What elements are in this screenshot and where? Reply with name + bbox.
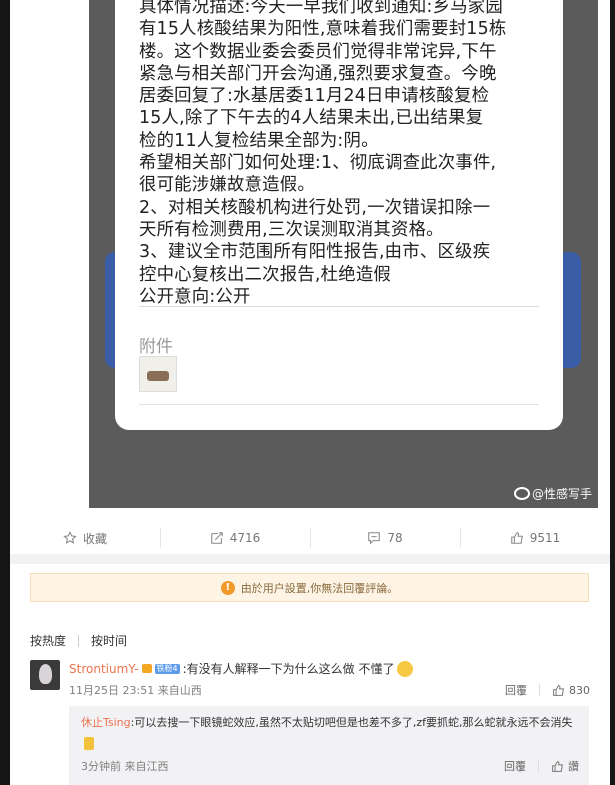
reply-meta: 3分钟前 来自江西 — [81, 758, 169, 774]
watermark-text: @性感写手 — [531, 487, 592, 501]
reply-reply-button[interactable]: 回覆 — [504, 758, 526, 774]
comment-meta: 11月25日 23:51 来自山西 — [69, 682, 202, 698]
reply-location: 来自江西 — [124, 760, 169, 773]
smile-emoji-icon — [397, 660, 414, 677]
divider — [539, 684, 540, 696]
thumbs-up-icon[interactable] — [551, 760, 564, 773]
thumbs-up-icon — [510, 532, 523, 544]
comment-time: 11月25日 23:51 — [69, 684, 155, 697]
repost-count: 4716 — [229, 531, 261, 545]
weibo-post: 具体情况描述:今天一早我们收到通知:乡马家园 有15人核酸结果为阳性,意味着我们… — [10, 0, 610, 785]
reply-time: 3分钟前 — [81, 760, 121, 773]
comment-username[interactable]: StrontiumY- — [69, 662, 139, 676]
fan-badge: 铁粉4 — [154, 663, 180, 674]
reply-text: :可以去搜一下眼镜蛇效应,虽然不太贴切吧但是也差不多了,zf要抓蛇,那么蛇就永远… — [130, 716, 573, 729]
comment-content: StrontiumY- 铁粉4 :有没有人解释一下为什么这么做 不懂了 — [69, 660, 414, 677]
like-button[interactable]: 9511 — [460, 522, 610, 554]
reply-like-label: 讚 — [568, 760, 579, 773]
comment-location: 来自山西 — [157, 684, 202, 697]
sort-by-time-tab[interactable]: 按时间 — [91, 632, 127, 649]
repost-button[interactable]: 4716 — [160, 522, 310, 554]
comment-operations: 回覆 830 — [505, 682, 590, 698]
watermark: @性感写手 — [513, 485, 592, 502]
beer-emoji-icon — [84, 737, 94, 750]
complaint-text: 具体情况描述:今天一早我们收到通知:乡马家园 有15人核酸结果为阳性,意味着我们… — [139, 0, 507, 307]
reply-username[interactable]: 休止Tsing — [81, 716, 131, 729]
reply-operations: 回覆 讚 — [504, 758, 579, 774]
comment-sort-tabs: 按热度 按时间 — [30, 632, 127, 649]
repost-icon — [210, 532, 223, 544]
reply-button[interactable]: 回覆 — [505, 682, 527, 698]
like-count: 9511 — [529, 531, 561, 545]
complaint-card: 具体情况描述:今天一早我们收到通知:乡马家园 有15人核酸结果为阳性,意味着我们… — [115, 0, 563, 430]
weibo-logo-icon — [513, 487, 530, 500]
comment-icon — [368, 532, 381, 545]
favorite-label: 收藏 — [82, 531, 107, 546]
attachment-thumbnail — [139, 356, 177, 392]
star-icon — [63, 531, 77, 544]
notice-text: 由於用户設置,你無法回覆評論。 — [240, 581, 399, 595]
avatar[interactable] — [30, 660, 60, 690]
comment-restriction-notice: ! 由於用户設置,你無法回覆評論。 — [30, 573, 589, 602]
divider — [139, 306, 539, 307]
favorite-button[interactable]: 收藏 — [10, 522, 160, 554]
post-image[interactable]: 具体情况描述:今天一早我们收到通知:乡马家园 有15人核酸结果为阳性,意味着我们… — [89, 0, 598, 508]
divider — [538, 760, 539, 772]
thumbs-up-icon[interactable] — [552, 684, 565, 697]
divider — [78, 634, 80, 647]
separator-strip — [10, 554, 610, 564]
comment-like-count: 830 — [569, 683, 590, 697]
attachment-label: 附件 — [139, 337, 173, 357]
reply-content: 休止Tsing:可以去搜一下眼镜蛇效应,虽然不太贴切吧但是也差不多了,zf要抓蛇… — [81, 712, 577, 756]
divider — [139, 404, 539, 405]
reply-item: 休止Tsing:可以去搜一下眼镜蛇效应,虽然不太贴切吧但是也差不多了,zf要抓蛇… — [69, 706, 589, 785]
comment-button[interactable]: 78 — [310, 522, 460, 554]
action-bar: 收藏 4716 78 9511 — [10, 522, 610, 554]
crown-icon — [141, 664, 152, 673]
warning-icon: ! — [220, 580, 235, 595]
comment-text: :有没有人解释一下为什么这么做 不懂了 — [182, 662, 395, 676]
comment-count: 78 — [387, 531, 403, 545]
sort-by-hot-tab[interactable]: 按热度 — [30, 632, 66, 649]
